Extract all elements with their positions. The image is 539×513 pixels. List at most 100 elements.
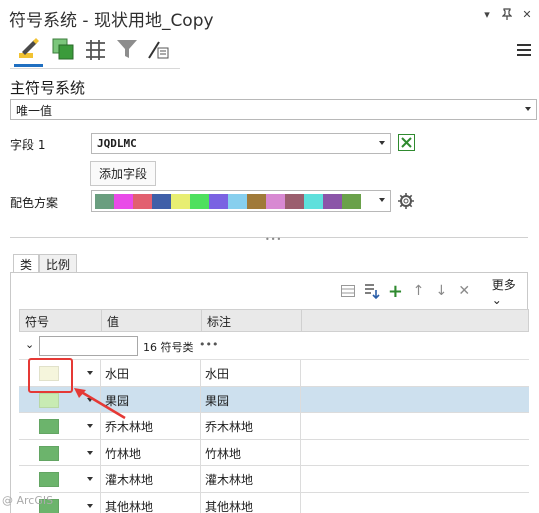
filler-cell [301,493,529,513]
move-down-icon[interactable]: ↓ [434,283,449,299]
symbology-tool-row [10,33,180,69]
color-ramp-swatch [342,194,361,209]
value-cell[interactable]: 水田 [101,360,201,386]
toolbar-divider [10,68,180,69]
close-icon[interactable]: ✕ [521,8,533,23]
menu-icon[interactable] [517,44,531,57]
vary-symbology-icon[interactable] [50,36,76,62]
table-row[interactable]: 竹林地 竹林地 [19,439,529,466]
group-heading-input[interactable] [39,336,138,356]
title-bar: 符号系统 - 现状用地_Copy ▾ ✕ [0,0,539,34]
filter-icon[interactable] [114,36,140,62]
symbol-swatch[interactable] [39,445,59,461]
chevron-down-icon [525,107,531,111]
splitter-grip-icon[interactable]: ••• [265,235,282,244]
grid-header: 符号 值 标注 [19,309,529,332]
label-cell[interactable]: 乔木林地 [201,413,301,439]
filler-cell [301,413,529,439]
color-scheme-dropdown[interactable] [91,190,391,212]
filler-cell [301,440,529,466]
field-value: JQDLMC [97,137,137,150]
value-cell[interactable]: 竹林地 [101,439,201,465]
value-cell[interactable]: 灌木林地 [101,466,201,492]
color-ramp-swatch [323,194,342,209]
symbology-method-value: 唯一值 [16,104,53,118]
label-class-icon[interactable] [82,36,108,62]
remove-icon[interactable]: ✕ [457,283,472,299]
active-tool-indicator [14,64,43,67]
advanced-symbol-icon[interactable] [146,36,172,62]
label-cell[interactable]: 水田 [201,360,301,386]
more-menu[interactable]: 更多 ⌄ [492,276,527,307]
add-icon[interactable]: + [388,281,403,302]
chevron-down-icon [379,141,385,145]
color-ramp-swatch [304,194,323,209]
group-options-icon[interactable]: ••• [199,338,218,351]
grid-rows: 水田 水田 果园 果园 乔木林地 乔木林地 竹林地 竹林地 灌木林地 灌木林地 其他林地 其他林地 [19,360,529,513]
tab-scale[interactable]: 比例 [39,254,78,273]
symbol-swatch[interactable] [39,392,59,408]
more-label: 更多 [491,277,516,292]
list-view-icon[interactable] [341,283,356,299]
annotation-arrow [74,388,126,420]
field-dropdown[interactable]: JQDLMC [91,133,391,154]
color-ramp-swatch [133,194,152,209]
add-all-values-icon[interactable] [364,283,380,299]
color-ramp-swatch [190,194,209,209]
symbol-swatch[interactable] [39,472,59,487]
color-ramp-swatch [95,194,114,209]
color-ramp-swatch [247,194,266,209]
collapse-chevron-icon[interactable]: ⌄ [25,338,34,351]
filler-cell [301,466,529,492]
chevron-down-icon [379,198,385,202]
filler-cell [301,387,529,413]
symbol-cell[interactable] [19,466,101,492]
header-filler [302,310,528,331]
dropdown-menu-icon[interactable]: ▾ [481,8,493,23]
chevron-down-icon[interactable] [87,450,93,455]
symbol-cell[interactable] [19,439,101,465]
group-count: 16 符号类 [143,341,194,354]
table-row[interactable]: 其他林地 其他林地 [19,492,529,513]
color-ramp-swatch [152,194,171,209]
color-ramp-swatch [209,194,228,209]
color-ramp [95,194,361,209]
label-cell[interactable]: 果园 [201,386,301,412]
label-cell[interactable]: 竹林地 [201,439,301,465]
header-value[interactable]: 值 [102,310,202,331]
header-label[interactable]: 标注 [202,310,302,331]
title-buttons: ▾ ✕ [481,8,533,23]
field-label: 字段 1 [10,138,46,152]
header-symbol[interactable]: 符号 [20,310,102,331]
chevron-down-icon[interactable] [87,371,93,375]
table-row[interactable]: 灌木林地 灌木林地 [19,466,529,493]
expression-builder-icon[interactable] [398,134,415,154]
label-cell[interactable]: 其他林地 [201,492,301,513]
chevron-down-icon: ⌄ [491,292,502,307]
move-up-icon[interactable]: ↑ [411,283,426,299]
pane-title: 符号系统 - 现状用地_Copy [9,11,214,31]
tab-classes[interactable]: 类 [13,254,40,273]
add-field-button[interactable]: 添加字段 [90,161,157,186]
color-ramp-swatch [114,194,133,209]
chevron-down-icon[interactable] [87,503,93,508]
value-cell[interactable]: 其他林地 [101,492,201,513]
primary-symbology-icon[interactable] [16,36,42,62]
grid-toolbar: + ↑ ↓ ✕ 更多 ⌄ [341,278,527,307]
watermark: @ ArcGIS [2,494,54,507]
chevron-down-icon[interactable] [87,477,93,481]
primary-symbology-heading: 主符号系统 [10,79,86,97]
color-ramp-swatch [171,194,190,209]
label-cell[interactable]: 灌木林地 [201,466,301,492]
class-tabs: 类 比例 [13,254,78,273]
color-ramp-swatch [228,194,247,209]
symbol-swatch[interactable] [39,419,59,434]
color-ramp-swatch [285,194,304,209]
color-ramp-swatch [266,194,285,209]
color-scheme-label: 配色方案 [10,196,59,210]
filler-cell [301,360,529,386]
gear-icon[interactable] [397,192,415,213]
table-row[interactable]: 水田 水田 [19,360,529,387]
symbology-method-dropdown[interactable]: 唯一值 [10,99,537,120]
pin-icon[interactable] [501,8,513,23]
